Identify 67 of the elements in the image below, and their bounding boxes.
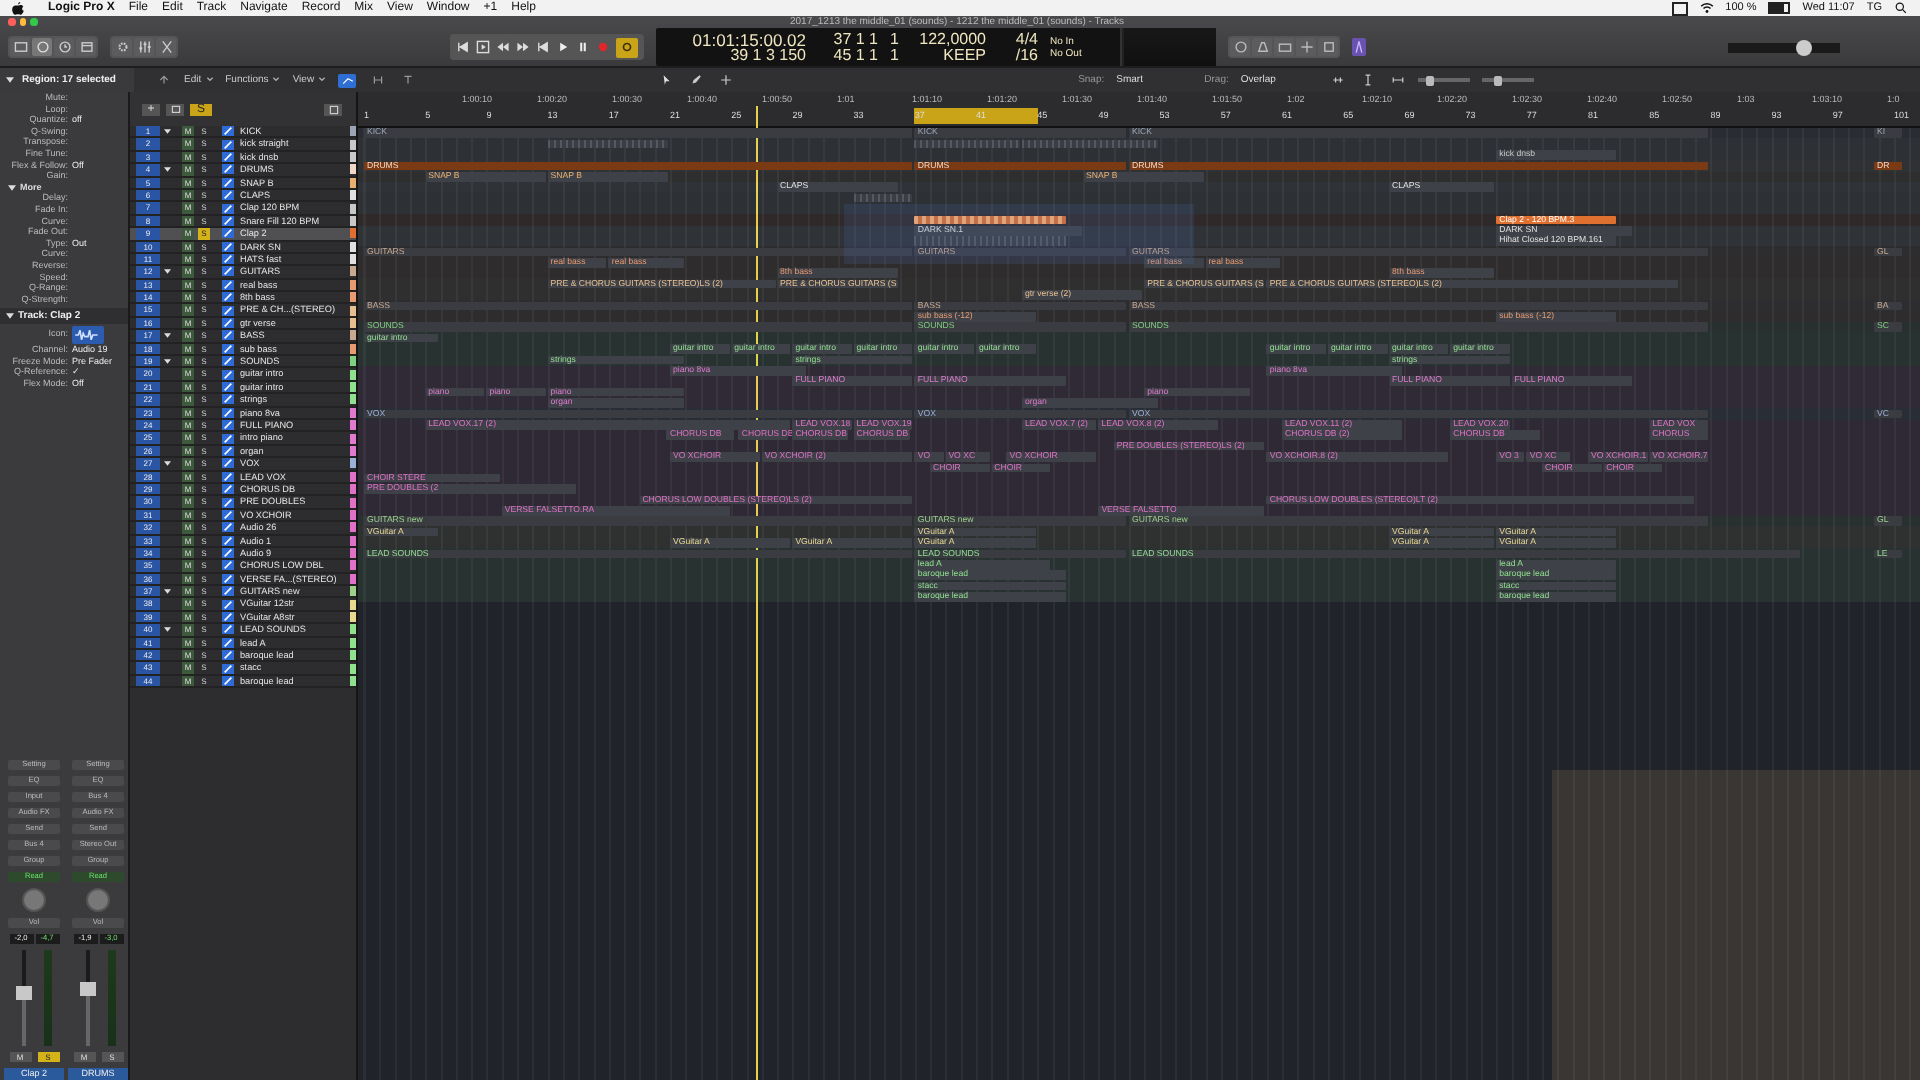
battery-icon[interactable] — [1768, 2, 1791, 14]
editor-icon[interactable] — [76, 38, 96, 56]
clock-icon[interactable] — [54, 38, 74, 56]
disclosure-triangle-icon[interactable] — [6, 312, 14, 321]
apple-icon[interactable] — [12, 1, 24, 15]
lcd-tempo: 122,0000 — [919, 31, 986, 47]
lcd-position: 39 1 3 150 — [730, 47, 806, 63]
skip-back-icon[interactable] — [456, 40, 470, 54]
back-icon[interactable] — [154, 73, 172, 87]
window-controls[interactable] — [8, 18, 37, 26]
master-volume-slider[interactable] — [1728, 39, 1840, 55]
disclosure-triangle-icon[interactable] — [164, 166, 172, 174]
disclosure-triangle-icon[interactable] — [164, 268, 172, 276]
lcd-time: 01:01:15:00.02 — [692, 31, 806, 47]
move-icon[interactable] — [1296, 38, 1316, 56]
marquee-tool-icon[interactable] — [716, 73, 735, 87]
rewind-icon[interactable] — [496, 40, 510, 54]
disclosure-triangle-icon[interactable] — [164, 127, 172, 135]
cycle-button[interactable] — [616, 37, 638, 57]
disclosure-triangle-icon[interactable] — [164, 357, 172, 365]
metronome-icon[interactable] — [1252, 38, 1272, 56]
pan-knob[interactable] — [22, 888, 46, 912]
play-from-selection-icon[interactable] — [476, 40, 490, 54]
fast-forward-icon[interactable] — [516, 40, 530, 54]
pan-knob[interactable] — [86, 888, 110, 912]
search-icon[interactable] — [1894, 2, 1908, 14]
disclosure-triangle-icon[interactable] — [8, 183, 16, 192]
pencil-tool-icon[interactable] — [686, 73, 705, 87]
automation-icon[interactable] — [338, 73, 357, 87]
chevron-icon — [318, 76, 327, 82]
disclosure-triangle-icon[interactable] — [164, 332, 172, 340]
lcd-signature: 4/4 — [1015, 31, 1038, 47]
fader-fill[interactable] — [80, 982, 96, 1046]
horizontal-zoom-icon[interactable] — [1388, 73, 1407, 87]
disclosure-triangle-icon[interactable] — [164, 626, 172, 634]
lcd-tempo-mode: KEEP — [943, 47, 986, 63]
lcd-left-locator: 37 1 1 — [833, 31, 878, 47]
disclosure-triangle-icon[interactable] — [6, 76, 14, 84]
lcd-division: /16 — [1015, 47, 1038, 63]
audio-region[interactable] — [914, 215, 1066, 225]
disclosure-triangle-icon[interactable] — [164, 588, 172, 595]
level-meter — [44, 950, 52, 1046]
cycle-icon — [620, 40, 634, 54]
chevron-icon — [205, 76, 214, 82]
level-meter — [108, 950, 116, 1046]
library-icon[interactable] — [10, 38, 30, 56]
flex-icon[interactable] — [368, 73, 387, 87]
pause-icon[interactable] — [576, 40, 590, 54]
wifi-icon[interactable] — [1699, 2, 1714, 14]
waveform-icon[interactable] — [72, 325, 104, 344]
mixer-icon[interactable] — [134, 38, 154, 56]
scissors-icon[interactable] — [156, 38, 176, 56]
play-icon[interactable] — [556, 40, 570, 54]
zoom-fit-icon[interactable] — [1328, 73, 1347, 87]
lcd-tempo-position: 1 — [890, 31, 899, 47]
disclosure-triangle-icon[interactable] — [164, 460, 172, 468]
volume-knob[interactable] — [1795, 39, 1812, 55]
catch-icon[interactable] — [398, 73, 417, 87]
lcd-right-locator: 45 1 1 — [833, 47, 878, 63]
tuning-fork-icon[interactable] — [1352, 38, 1366, 56]
lcd-mode-position: 1 — [890, 47, 899, 63]
go-to-start-icon[interactable] — [536, 40, 550, 54]
zoom-slider-thumb[interactable] — [1494, 75, 1503, 85]
zoom-slider-thumb[interactable] — [1425, 75, 1434, 85]
settings-icon[interactable] — [112, 38, 132, 56]
fader-fill[interactable] — [16, 986, 32, 1046]
chevron-icon — [272, 76, 281, 82]
